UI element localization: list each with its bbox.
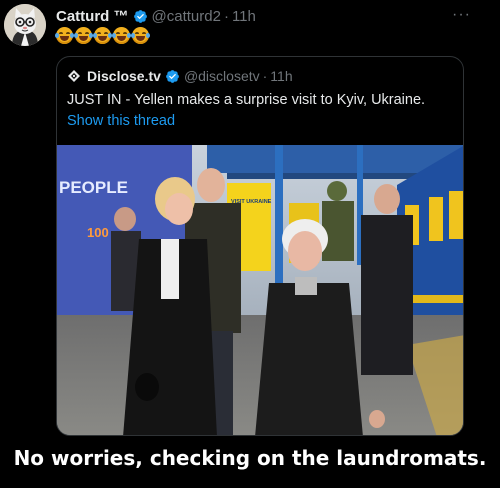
quoted-author-name[interactable]: Disclose.tv: [87, 68, 161, 84]
quoted-tweet-header: Disclose.tv @disclosetv · 11h: [67, 67, 293, 85]
cat-avatar-icon: [4, 4, 46, 46]
quoted-timestamp[interactable]: 11h: [270, 68, 292, 84]
avatar[interactable]: [4, 4, 46, 46]
face-with-tears-of-joy-icon: [131, 27, 150, 44]
banner-number: 100: [87, 225, 109, 240]
separator-dot: ·: [223, 7, 229, 25]
author-handle[interactable]: @catturd2: [152, 8, 221, 25]
quoted-tweet[interactable]: Disclose.tv @disclosetv · 11h JUST IN - …: [56, 56, 464, 436]
quoted-author-handle[interactable]: @disclosetv: [184, 68, 260, 84]
tweet-emoji-text: [55, 27, 150, 47]
show-thread-link[interactable]: Show this thread: [67, 113, 175, 129]
verified-badge-icon: [133, 9, 148, 24]
more-options-icon[interactable]: ···: [452, 6, 471, 24]
quoted-tweet-text: JUST IN - Yellen makes a surprise visit …: [67, 92, 426, 108]
tweet-timestamp[interactable]: 11h: [232, 8, 256, 25]
face-with-tears-of-joy-icon: [74, 27, 93, 44]
meme-caption: No worries, checking on the laundromats.: [13, 446, 487, 470]
separator-dot: ·: [262, 68, 268, 84]
banner-text: PEOPLE: [59, 178, 128, 197]
face-with-tears-of-joy-icon: [93, 27, 112, 44]
verified-badge-icon: [165, 69, 180, 84]
face-with-tears-of-joy-icon: [112, 27, 131, 44]
tweet-header: Catturd ™ @catturd2 · 11h: [56, 6, 256, 26]
disclose-logo-icon: [67, 69, 81, 83]
author-name[interactable]: Catturd ™: [56, 8, 129, 25]
news-photo[interactable]: PEOPLE 100 VISIT UKRAINE: [57, 145, 464, 436]
tweet: Catturd ™ @catturd2 · 11h ··· Disclose.t…: [0, 0, 484, 436]
face-with-tears-of-joy-icon: [55, 27, 74, 44]
